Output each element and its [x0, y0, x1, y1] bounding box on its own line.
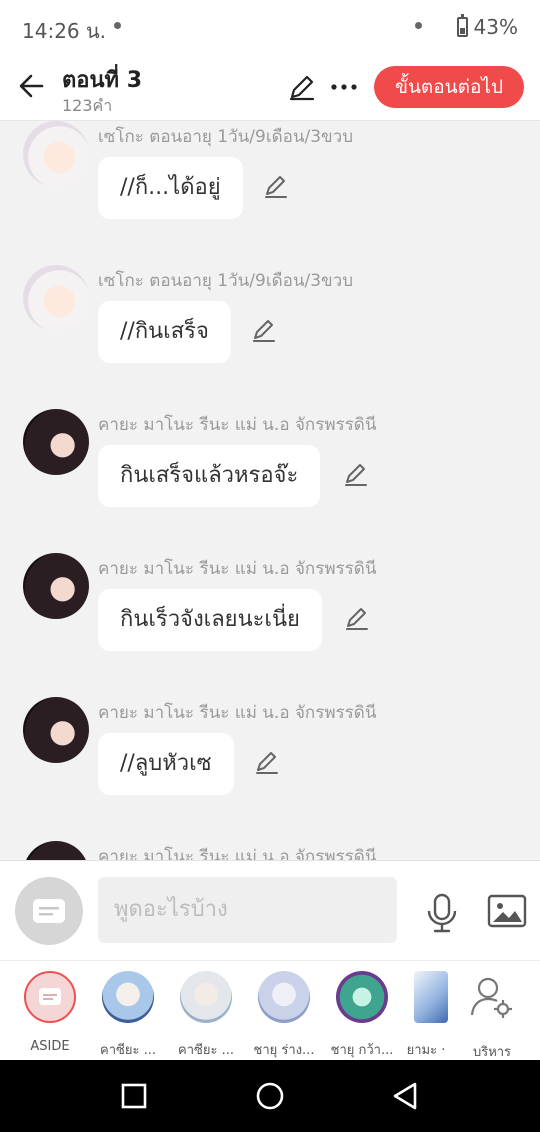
image-upload-button[interactable]: [486, 891, 528, 931]
battery-indicator: 43%: [456, 14, 518, 39]
status-bar: 14:26 น. 43%: [0, 0, 540, 54]
avatar[interactable]: [23, 121, 89, 187]
triangle-back-icon: [393, 1082, 417, 1110]
chapter-header: ตอนที่ 3 123คำ ขั้นตอนต่อไป: [0, 54, 540, 121]
system-nav-bar: [0, 1060, 540, 1132]
character-aside[interactable]: ASIDE: [14, 971, 86, 1054]
sender-name: คายะ มาโนะ รีนะ แม่ น.อ จักรพรรดินี: [98, 847, 377, 860]
image-icon: [487, 894, 527, 928]
avatar[interactable]: [23, 409, 89, 475]
arrow-left-icon: [19, 74, 44, 98]
character-label: บริหาร: [472, 1045, 512, 1060]
character-label: ยามะ ·: [406, 1043, 446, 1058]
edit-message-button[interactable]: [250, 317, 278, 345]
character-label: คาซียะ ...: [100, 1043, 156, 1058]
status-time: 14:26 น.: [22, 19, 107, 43]
message-bubble[interactable]: //กินเสร็จ: [98, 301, 231, 363]
notification-dot-icon: [415, 22, 422, 29]
message-bubble[interactable]: กินเร็วจังเลยนะเนี่ย: [98, 589, 322, 651]
character-item[interactable]: ยามะ ·: [404, 971, 448, 1060]
message-bubble[interactable]: //ลูบหัวเซ: [98, 733, 234, 795]
battery-icon: [456, 14, 468, 37]
character-label: ชายุ ร่าง...: [253, 1043, 315, 1058]
sender-name: คายะ มาโนะ รีนะ แม่ น.อ จักรพรรดินี: [98, 703, 377, 723]
microphone-icon: [427, 893, 457, 933]
message-input[interactable]: พูดอะไรบ้าง: [98, 877, 397, 943]
edit-title-button[interactable]: [286, 71, 318, 103]
edit-message-button[interactable]: [342, 461, 370, 489]
pencil-icon: [345, 464, 367, 486]
character-item[interactable]: คาซียะ ...: [92, 971, 164, 1060]
pencil-icon: [253, 320, 275, 342]
avatar[interactable]: [23, 553, 89, 619]
avatar: [258, 971, 310, 1023]
word-count: 123คำ: [62, 96, 113, 115]
more-horizontal-icon: [331, 84, 357, 90]
more-options-button[interactable]: [328, 71, 360, 103]
edit-message-button[interactable]: [343, 605, 371, 633]
next-step-button[interactable]: ขั้นตอนต่อไป: [374, 66, 524, 108]
sender-name: เซโกะ ตอนอายุ 1วัน/9เดือน/3ขวบ: [98, 127, 354, 147]
pencil-icon: [346, 608, 368, 630]
character-bar: ASIDE คาซียะ ... คาซียะ ... ชายุ ร่าง...…: [0, 960, 540, 1061]
notification-dot-icon: [114, 22, 121, 29]
avatar: [414, 971, 448, 1023]
circle-icon: [256, 1082, 284, 1110]
square-icon: [121, 1083, 147, 1109]
home-button[interactable]: [252, 1078, 288, 1114]
manage-characters-button[interactable]: บริหาร: [456, 971, 528, 1062]
message-input-bar: พูดอะไรบ้าง: [0, 860, 540, 961]
avatar: [336, 971, 388, 1023]
character-item[interactable]: ชายุ ร่าง...: [248, 971, 320, 1060]
avatar: [180, 971, 232, 1023]
message-bubble[interactable]: //ก็...ได้อยู่: [98, 157, 243, 219]
character-item[interactable]: คาซียะ ...: [170, 971, 242, 1060]
aside-toggle-button[interactable]: [15, 877, 83, 945]
message-bubble[interactable]: กินเสร็จแล้วหรอจ๊ะ: [98, 445, 321, 507]
aside-icon: [24, 971, 76, 1023]
sender-name: คายะ มาโนะ รีนะ แม่ น.อ จักรพรรดินี: [98, 559, 377, 579]
page-title: ตอนที่ 3: [62, 68, 143, 93]
microphone-button[interactable]: [420, 891, 464, 935]
avatar: [102, 971, 154, 1023]
edit-message-button[interactable]: [262, 173, 290, 201]
avatar[interactable]: [23, 841, 89, 860]
battery-percent: 43%: [473, 15, 518, 39]
character-label: คาซียะ ...: [178, 1043, 234, 1058]
chat-bubble-icon: [33, 899, 65, 923]
sender-name: คายะ มาโนะ รีนะ แม่ น.อ จักรพรรดินี: [98, 415, 377, 435]
pencil-icon: [289, 75, 315, 101]
character-item[interactable]: ชายุ กว้า...: [326, 971, 398, 1060]
character-label: ชายุ กว้า...: [330, 1043, 394, 1058]
recent-apps-button[interactable]: [116, 1078, 152, 1114]
pencil-icon: [256, 752, 278, 774]
user-settings-icon: [470, 977, 512, 1018]
edit-message-button[interactable]: [253, 749, 281, 777]
pencil-icon: [265, 176, 287, 198]
back-button[interactable]: [14, 68, 50, 104]
sender-name: เซโกะ ตอนอายุ 1วัน/9เดือน/3ขวบ: [98, 271, 354, 291]
avatar[interactable]: [23, 697, 89, 763]
chat-area[interactable]: เซโกะ ตอนอายุ 1วัน/9เดือน/3ขวบ //ก็...ได…: [0, 121, 540, 860]
system-back-button[interactable]: [388, 1078, 424, 1114]
avatar[interactable]: [23, 265, 89, 331]
character-label: ASIDE: [30, 1039, 70, 1054]
